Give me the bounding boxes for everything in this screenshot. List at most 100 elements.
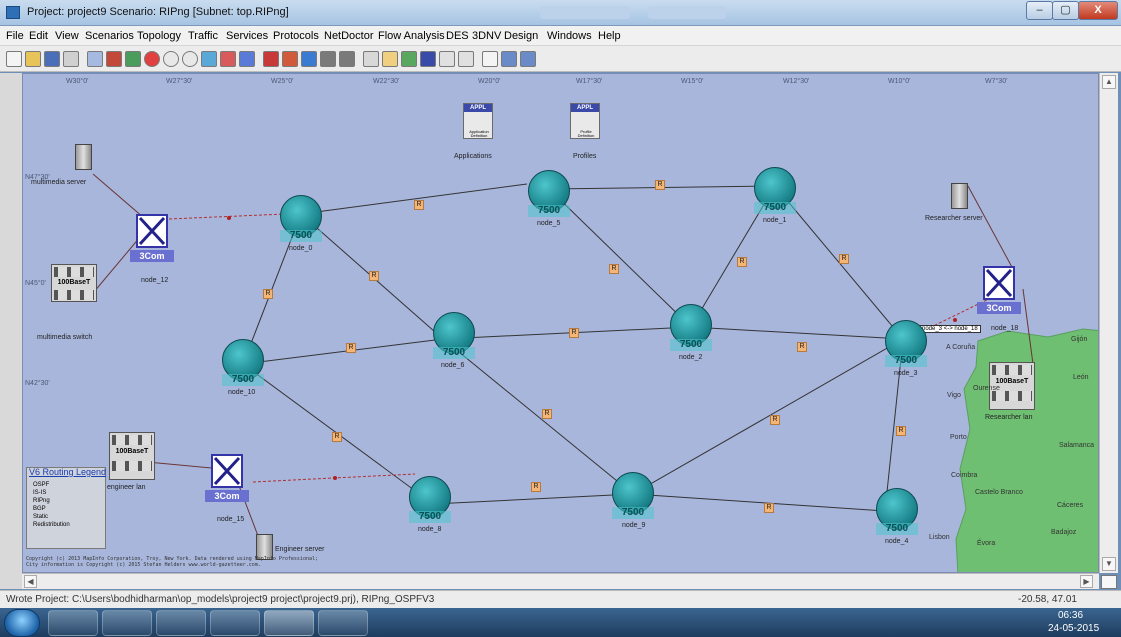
legend-title[interactable]: V6 Routing Legend [29,467,106,477]
menu-design[interactable]: Design [504,30,538,42]
info-icon[interactable] [482,51,498,67]
menu-services[interactable]: Services [226,30,268,42]
bar-icon[interactable] [263,51,279,67]
city-label: Coimbra [951,472,978,479]
new-project-icon[interactable] [6,51,22,67]
switch-node_12[interactable] [136,214,168,248]
check-links-icon[interactable] [125,51,141,67]
scroll-left-arrow[interactable]: ◀ [24,575,37,588]
window-titlebar[interactable]: Project: project9 Scenario: RIPng [Subne… [0,0,1121,26]
start-button[interactable] [4,609,40,637]
grid-icon[interactable] [320,51,336,67]
legend-list: OSPF IS-IS RIPng BGP Static Redistributi… [33,481,70,529]
menu-traffic[interactable]: Traffic [188,30,218,42]
minimize-button[interactable]: – [1026,1,1053,20]
ripng-link-badge[interactable]: R [531,482,541,492]
application-definition-icon[interactable]: APPL Application Definition [463,103,493,139]
maximize-button[interactable]: ▢ [1052,1,1079,20]
network-map-canvas[interactable]: W30°0' W27°30' W25°0' W22°30' W20°0' W17… [22,73,1099,573]
menu-help[interactable]: Help [598,30,621,42]
ripng-link-badge[interactable]: R [332,432,342,442]
ripng-link-badge[interactable]: R [369,271,379,281]
tree-icon[interactable] [401,51,417,67]
word-taskbar-button[interactable] [318,610,368,636]
doc-icon[interactable] [439,51,455,67]
scroll-down-arrow[interactable]: ▼ [1102,557,1116,571]
switch-x-icon [213,456,241,486]
corner-button[interactable] [1101,575,1117,589]
legend-item-bgp: BGP [33,506,46,512]
menu-scenarios[interactable]: Scenarios [85,30,134,42]
print-icon[interactable] [63,51,79,67]
menu-netdoctor[interactable]: NetDoctor [324,30,374,42]
profile-definition-icon[interactable]: APPL Profile Definition [570,103,600,139]
ripng-link-badge[interactable]: R [609,264,619,274]
server-icon[interactable] [951,183,968,209]
switch-node_18[interactable] [983,266,1015,300]
scroll-right-arrow[interactable]: ▶ [1080,575,1093,588]
lat-label: N45°0' [25,280,46,287]
ripng-link-badge[interactable]: R [797,342,807,352]
switch-node_15[interactable] [211,454,243,488]
graph-icon[interactable] [301,51,317,67]
legend-item-static: Static [33,514,49,520]
router-model: 7500 [433,347,475,359]
ripng-link-badge[interactable]: R [770,415,780,425]
grid2-icon[interactable] [339,51,355,67]
menu-file[interactable]: File [6,30,24,42]
vertical-scrollbar[interactable]: ▲ ▼ [1099,73,1118,573]
lan-pc-row [112,461,152,471]
image-icon[interactable] [458,51,474,67]
open-folder-icon[interactable] [25,51,41,67]
table-icon[interactable] [520,51,536,67]
db-icon[interactable] [420,51,436,67]
menu-edit[interactable]: Edit [29,30,48,42]
tray-date: 24-05-2015 [1048,623,1100,634]
results-icon[interactable] [282,51,298,67]
ripng-link-badge[interactable]: R [569,328,579,338]
opnet-taskbar-button[interactable] [264,610,314,636]
fail-node-icon[interactable] [144,51,160,67]
menu-view[interactable]: View [55,30,79,42]
link-icon[interactable] [363,51,379,67]
star-icon[interactable] [382,51,398,67]
traffic-blue-icon[interactable] [239,51,255,67]
ripng-link-badge[interactable]: R [346,343,356,353]
media-taskbar-button[interactable] [156,610,206,636]
zoom-out-icon[interactable] [182,51,198,67]
ripng-link-badge[interactable]: R [839,254,849,264]
lon-label: W10°0' [888,78,911,85]
chart-icon[interactable] [501,51,517,67]
menu-des[interactable]: DES [446,30,469,42]
ripng-link-badge[interactable]: R [655,180,665,190]
config-icon[interactable] [106,51,122,67]
server-icon[interactable] [75,144,92,170]
explorer-taskbar-button[interactable] [102,610,152,636]
zoom-in-icon[interactable] [163,51,179,67]
ripng-link-badge[interactable]: R [737,257,747,267]
legend-item-ripng: RIPng [33,498,50,504]
menu-flow-analysis[interactable]: Flow Analysis [378,30,445,42]
ripng-link-badge[interactable]: R [764,503,774,513]
horizontal-scrollbar[interactable]: ◀ ▶ [22,573,1099,589]
ripng-link-badge[interactable]: R [414,200,424,210]
ripng-link-badge[interactable]: R [263,289,273,299]
menu-topology[interactable]: Topology [137,30,181,42]
lan-icon[interactable]: 100BaseT [51,264,97,302]
menu-windows[interactable]: Windows [547,30,592,42]
traffic-icon[interactable] [201,51,217,67]
ripng-link-badge[interactable]: R [542,409,552,419]
menu-3dnv[interactable]: 3DNV [472,30,501,42]
save-icon[interactable] [44,51,60,67]
lat-label: N42°30' [25,380,50,387]
lon-label: W30°0' [66,78,89,85]
ie-taskbar-button[interactable] [48,610,98,636]
chrome-taskbar-button[interactable] [210,610,260,636]
traffic-red-icon[interactable] [220,51,236,67]
scroll-up-arrow[interactable]: ▲ [1102,75,1116,89]
lan-icon[interactable]: 100BaseT [109,432,155,480]
close-button[interactable]: X [1078,1,1118,20]
object-palette-icon[interactable] [87,51,103,67]
ripng-link-badge[interactable]: R [896,426,906,436]
menu-protocols[interactable]: Protocols [273,30,319,42]
